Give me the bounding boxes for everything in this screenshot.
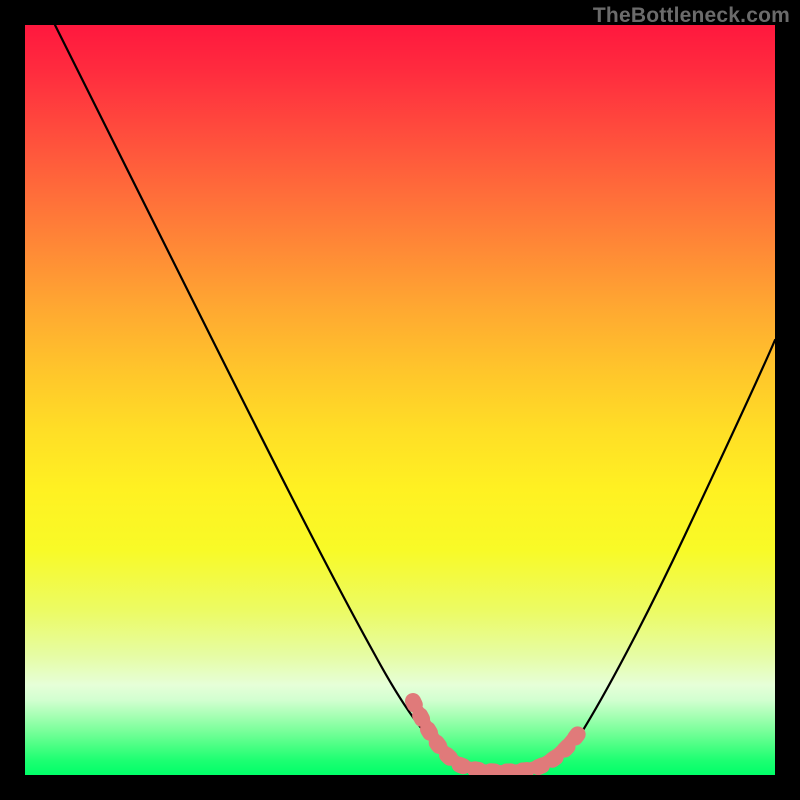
watermark-text: TheBottleneck.com <box>593 4 790 28</box>
bottleneck-curve <box>55 25 775 771</box>
chart-svg <box>25 25 775 775</box>
chart-frame: TheBottleneck.com <box>0 0 800 800</box>
highlight-band-fill <box>419 711 573 771</box>
plot-area <box>25 25 775 775</box>
